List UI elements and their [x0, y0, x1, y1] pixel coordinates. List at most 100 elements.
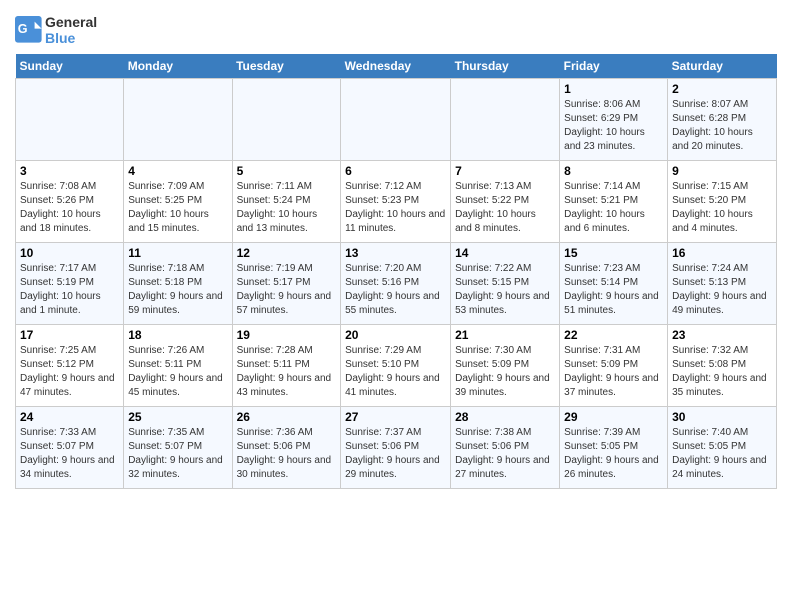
day-number: 13 [345, 246, 446, 260]
calendar-cell: 4 Sunrise: 7:09 AM Sunset: 5:25 PM Daylig… [124, 161, 232, 243]
calendar-week-1: 1 Sunrise: 8:06 AM Sunset: 6:29 PM Daylig… [16, 79, 777, 161]
day-info: Sunrise: 7:32 AM Sunset: 5:08 PM Dayligh… [672, 344, 772, 400]
day-number: 15 [564, 246, 663, 260]
day-number: 10 [20, 246, 119, 260]
day-info: Sunrise: 7:15 AM Sunset: 5:20 PM Dayligh… [672, 180, 772, 236]
calendar-cell [341, 79, 451, 161]
day-info: Sunrise: 7:31 AM Sunset: 5:09 PM Dayligh… [564, 344, 663, 400]
calendar-header-row: SundayMondayTuesdayWednesdayThursdayFrid… [16, 54, 777, 79]
calendar-cell: 21 Sunrise: 7:30 AM Sunset: 5:09 PM Dayli… [451, 325, 560, 407]
logo: G General Blue [15, 14, 97, 46]
calendar-cell: 5 Sunrise: 7:11 AM Sunset: 5:24 PM Daylig… [232, 161, 341, 243]
day-number: 6 [345, 164, 446, 178]
day-number: 27 [345, 410, 446, 424]
calendar-table: SundayMondayTuesdayWednesdayThursdayFrid… [15, 54, 777, 489]
calendar-cell: 1 Sunrise: 8:06 AM Sunset: 6:29 PM Daylig… [560, 79, 668, 161]
header-wednesday: Wednesday [341, 54, 451, 79]
day-number: 16 [672, 246, 772, 260]
day-info: Sunrise: 7:35 AM Sunset: 5:07 PM Dayligh… [128, 426, 227, 482]
day-info: Sunrise: 7:24 AM Sunset: 5:13 PM Dayligh… [672, 262, 772, 318]
day-info: Sunrise: 7:11 AM Sunset: 5:24 PM Dayligh… [237, 180, 337, 236]
calendar-cell: 14 Sunrise: 7:22 AM Sunset: 5:15 PM Dayli… [451, 243, 560, 325]
calendar-cell: 26 Sunrise: 7:36 AM Sunset: 5:06 PM Dayli… [232, 407, 341, 489]
logo-text: General Blue [45, 14, 97, 46]
day-info: Sunrise: 7:14 AM Sunset: 5:21 PM Dayligh… [564, 180, 663, 236]
day-number: 8 [564, 164, 663, 178]
day-number: 28 [455, 410, 555, 424]
calendar-cell: 8 Sunrise: 7:14 AM Sunset: 5:21 PM Daylig… [560, 161, 668, 243]
calendar-cell [451, 79, 560, 161]
calendar-cell: 18 Sunrise: 7:26 AM Sunset: 5:11 PM Dayli… [124, 325, 232, 407]
day-number: 4 [128, 164, 227, 178]
calendar-cell: 19 Sunrise: 7:28 AM Sunset: 5:11 PM Dayli… [232, 325, 341, 407]
day-info: Sunrise: 7:18 AM Sunset: 5:18 PM Dayligh… [128, 262, 227, 318]
day-number: 22 [564, 328, 663, 342]
day-number: 20 [345, 328, 446, 342]
calendar-cell [124, 79, 232, 161]
day-info: Sunrise: 7:13 AM Sunset: 5:22 PM Dayligh… [455, 180, 555, 236]
day-number: 23 [672, 328, 772, 342]
calendar-cell: 20Sunrise: 7:29 AM Sunset: 5:10 PM Dayli… [341, 325, 451, 407]
calendar-cell: 16 Sunrise: 7:24 AM Sunset: 5:13 PM Dayli… [668, 243, 777, 325]
day-info: Sunrise: 7:38 AM Sunset: 5:06 PM Dayligh… [455, 426, 555, 482]
day-info: Sunrise: 7:30 AM Sunset: 5:09 PM Dayligh… [455, 344, 555, 400]
day-number: 17 [20, 328, 119, 342]
day-info: Sunrise: 7:08 AM Sunset: 5:26 PM Dayligh… [20, 180, 119, 236]
calendar-week-3: 10 Sunrise: 7:17 AM Sunset: 5:19 PM Dayli… [16, 243, 777, 325]
calendar-cell: 13 Sunrise: 7:20 AM Sunset: 5:16 PM Dayli… [341, 243, 451, 325]
calendar-week-5: 24Sunrise: 7:33 AM Sunset: 5:07 PM Dayli… [16, 407, 777, 489]
calendar-cell: 25 Sunrise: 7:35 AM Sunset: 5:07 PM Dayli… [124, 407, 232, 489]
day-info: Sunrise: 7:17 AM Sunset: 5:19 PM Dayligh… [20, 262, 119, 318]
day-info: Sunrise: 7:26 AM Sunset: 5:11 PM Dayligh… [128, 344, 227, 400]
day-info: Sunrise: 7:28 AM Sunset: 5:11 PM Dayligh… [237, 344, 337, 400]
calendar-cell: 17 Sunrise: 7:25 AM Sunset: 5:12 PM Dayli… [16, 325, 124, 407]
header-saturday: Saturday [668, 54, 777, 79]
calendar-cell: 28 Sunrise: 7:38 AM Sunset: 5:06 PM Dayli… [451, 407, 560, 489]
day-number: 7 [455, 164, 555, 178]
calendar-cell: 2 Sunrise: 8:07 AM Sunset: 6:28 PM Daylig… [668, 79, 777, 161]
day-number: 1 [564, 82, 663, 96]
day-number: 26 [237, 410, 337, 424]
day-info: Sunrise: 7:20 AM Sunset: 5:16 PM Dayligh… [345, 262, 446, 318]
calendar-cell: 30Sunrise: 7:40 AM Sunset: 5:05 PM Dayli… [668, 407, 777, 489]
calendar-cell: 24Sunrise: 7:33 AM Sunset: 5:07 PM Dayli… [16, 407, 124, 489]
day-info: Sunrise: 7:23 AM Sunset: 5:14 PM Dayligh… [564, 262, 663, 318]
day-info: Sunrise: 7:37 AM Sunset: 5:06 PM Dayligh… [345, 426, 446, 482]
day-info: Sunrise: 7:25 AM Sunset: 5:12 PM Dayligh… [20, 344, 119, 400]
day-info: Sunrise: 7:36 AM Sunset: 5:06 PM Dayligh… [237, 426, 337, 482]
day-number: 11 [128, 246, 227, 260]
calendar-cell: 15 Sunrise: 7:23 AM Sunset: 5:14 PM Dayli… [560, 243, 668, 325]
day-info: Sunrise: 7:40 AM Sunset: 5:05 PM Dayligh… [672, 426, 772, 482]
day-number: 5 [237, 164, 337, 178]
day-info: Sunrise: 7:09 AM Sunset: 5:25 PM Dayligh… [128, 180, 227, 236]
header-monday: Monday [124, 54, 232, 79]
calendar-cell: 12Sunrise: 7:19 AM Sunset: 5:17 PM Dayli… [232, 243, 341, 325]
header-friday: Friday [560, 54, 668, 79]
day-info: Sunrise: 7:19 AM Sunset: 5:17 PM Dayligh… [237, 262, 337, 318]
day-number: 18 [128, 328, 227, 342]
day-number: 14 [455, 246, 555, 260]
calendar-cell: 23 Sunrise: 7:32 AM Sunset: 5:08 PM Dayli… [668, 325, 777, 407]
calendar-week-2: 3 Sunrise: 7:08 AM Sunset: 5:26 PM Daylig… [16, 161, 777, 243]
day-info: Sunrise: 7:39 AM Sunset: 5:05 PM Dayligh… [564, 426, 663, 482]
day-number: 9 [672, 164, 772, 178]
day-number: 25 [128, 410, 227, 424]
day-number: 21 [455, 328, 555, 342]
calendar-cell [16, 79, 124, 161]
calendar-cell: 22 Sunrise: 7:31 AM Sunset: 5:09 PM Dayli… [560, 325, 668, 407]
day-info: Sunrise: 7:33 AM Sunset: 5:07 PM Dayligh… [20, 426, 119, 482]
day-info: Sunrise: 8:06 AM Sunset: 6:29 PM Dayligh… [564, 98, 663, 154]
day-info: Sunrise: 7:12 AM Sunset: 5:23 PM Dayligh… [345, 180, 446, 236]
header: G General Blue [15, 10, 777, 46]
calendar-cell [232, 79, 341, 161]
day-number: 29 [564, 410, 663, 424]
calendar-cell: 9 Sunrise: 7:15 AM Sunset: 5:20 PM Daylig… [668, 161, 777, 243]
day-info: Sunrise: 8:07 AM Sunset: 6:28 PM Dayligh… [672, 98, 772, 154]
day-number: 3 [20, 164, 119, 178]
day-info: Sunrise: 7:22 AM Sunset: 5:15 PM Dayligh… [455, 262, 555, 318]
day-number: 2 [672, 82, 772, 96]
day-number: 19 [237, 328, 337, 342]
header-tuesday: Tuesday [232, 54, 341, 79]
calendar-cell: 7 Sunrise: 7:13 AM Sunset: 5:22 PM Daylig… [451, 161, 560, 243]
logo-icon: G [15, 16, 43, 44]
